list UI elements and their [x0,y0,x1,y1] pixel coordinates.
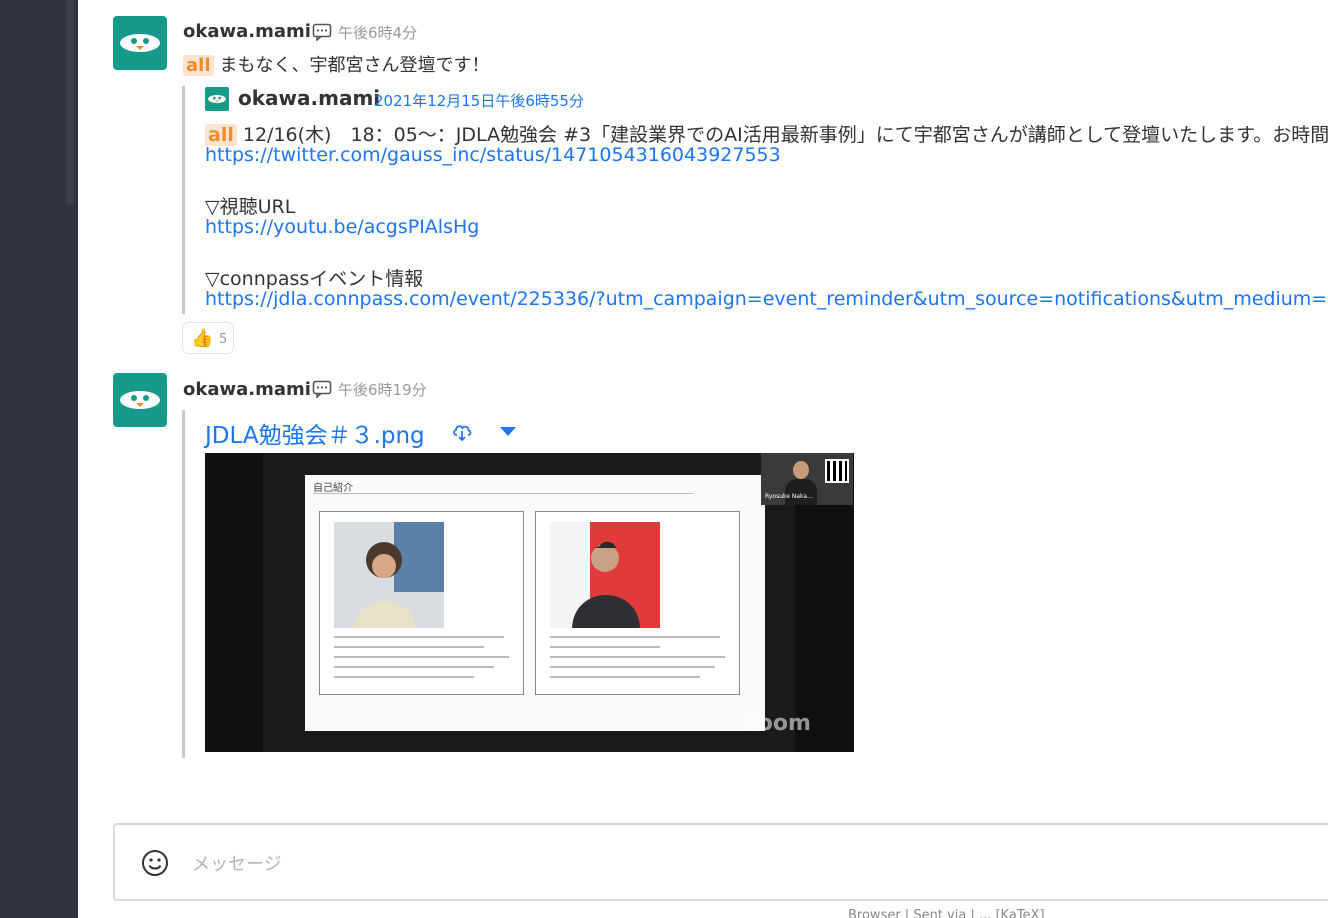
card-text-line [334,676,474,678]
card-text-line [550,666,715,668]
attachment-image[interactable]: 自己紹介 Ryosuke Naka... zoom [205,453,854,752]
tweet-link[interactable]: https://twitter.com/gauss_inc/status/147… [205,144,781,166]
card-text-line [334,636,504,638]
quote-line-1: all 12/16(木) 18：05〜：JDLA勉強会 #3「建設業界でのAI活用… [205,120,1328,147]
attachment-border [182,410,185,758]
profile-card-right [535,511,740,695]
thumbs-up-icon: 👍 [191,328,214,349]
sidebar [0,0,78,918]
slide-frame: 自己紹介 Ryosuke Naka... zoom [263,453,853,752]
card-text-line [334,666,494,668]
reaction-count: 5 [219,332,228,347]
avatar[interactable] [113,16,167,70]
quote-avatar[interactable] [205,87,229,111]
thread-icon[interactable] [312,23,332,41]
speaker-webcam: Ryosuke Naka... [761,453,853,505]
message-timestamp: 午後6時19分 [338,381,427,399]
card-text-line [334,656,509,658]
connpass-link[interactable]: https://jdla.connpass.com/event/225336/?… [205,288,1328,310]
quote-timestamp[interactable]: 2021年12月15日午後6時55分 [374,90,584,111]
message-username[interactable]: okawa.mami [183,21,311,42]
profile-photo [334,522,444,628]
attachment-menu-chevron-down-icon[interactable] [500,427,516,436]
profile-photo [550,522,660,628]
attachment-filename[interactable]: JDLA勉強会＃３.png [205,416,425,450]
thread-icon[interactable] [312,380,332,398]
slide-heading: 自己紹介 [313,483,353,494]
owl-logo-icon [120,34,160,52]
profile-card-left [319,511,524,695]
qr-code-icon [825,459,849,483]
slide-divider [313,493,693,494]
card-text-line [550,656,725,658]
message-composer[interactable]: メッセージ [113,823,1328,901]
message-username[interactable]: okawa.mami [183,379,311,400]
message-input-placeholder[interactable]: メッセージ [192,850,282,876]
card-text-line [550,676,700,678]
stream-url-label: ▽視聴URL [205,196,296,218]
message-timestamp: 午後6時4分 [338,24,418,42]
webcam-label: Ryosuke Naka... [765,493,813,500]
card-text-line [334,646,484,648]
message-text: まもなく、宇都宮さん登壇です！ [219,55,490,76]
zoom-watermark: zoom [745,711,811,736]
youtube-link[interactable]: https://youtu.be/acgsPIAlsHg [205,216,479,238]
reaction-thumbs-up[interactable]: 👍 5 [182,322,234,354]
avatar[interactable] [113,373,167,427]
sidebar-scrollbar[interactable] [66,0,74,205]
mention-all-badge[interactable]: all [183,55,214,76]
cloud-download-icon[interactable] [451,420,473,442]
quote-border [182,86,185,314]
quote-text: 12/16(木) 18：05〜：JDLA勉強会 #3「建設業界でのAI活用最新事… [242,124,1328,146]
owl-logo-icon [120,391,160,409]
card-text-line [550,636,720,638]
connpass-label: ▽connpassイベント情報 [205,268,424,290]
mention-all-badge[interactable]: all [205,124,237,146]
slide-page: 自己紹介 [305,475,765,731]
smiley-icon[interactable] [141,849,169,877]
quote-username[interactable]: okawa.mami [238,86,380,110]
composer-footer-hint: Browser | Sent via | ... [KaTeX] [848,908,1045,918]
message-body: all まもなく、宇都宮さん登壇です！ [183,51,490,77]
owl-logo-icon [208,95,226,103]
card-text-line [550,646,660,648]
